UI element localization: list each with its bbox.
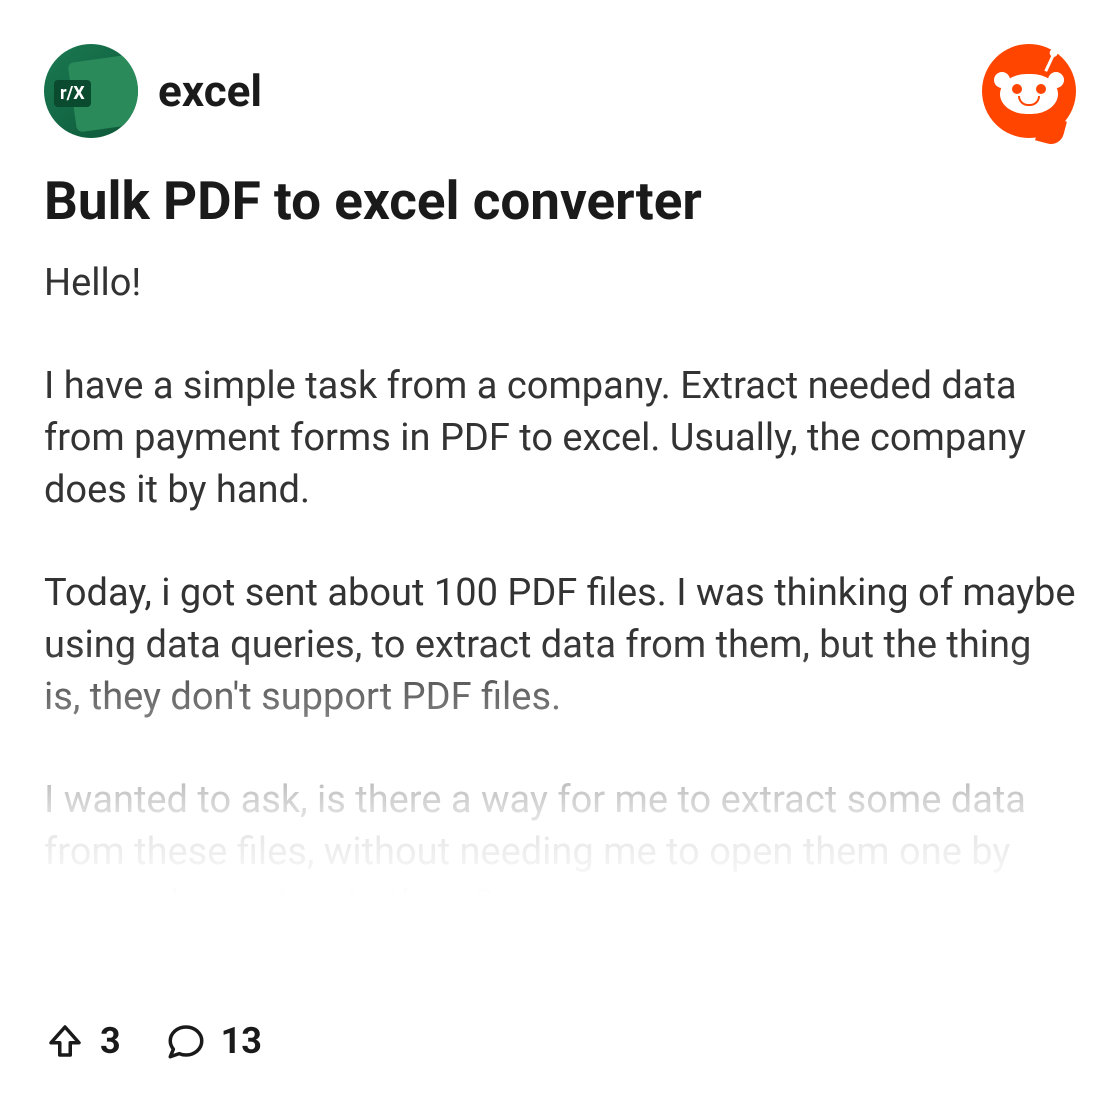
post-content: Bulk PDF to excel converter Hello! I hav… <box>44 170 1076 960</box>
reddit-logo-icon[interactable] <box>982 44 1076 138</box>
subreddit-badge: r/X <box>54 80 91 107</box>
upvote-icon <box>44 1020 86 1062</box>
post-title: Bulk PDF to excel converter <box>44 170 1076 234</box>
comment-count: 13 <box>221 1020 262 1062</box>
comment-icon <box>165 1020 207 1062</box>
post-footer: 3 13 <box>44 1020 262 1062</box>
subreddit-info[interactable]: r/X excel <box>44 44 262 138</box>
upvote-button[interactable]: 3 <box>44 1020 121 1062</box>
post-paragraph: Today, i got sent about 100 PDF files. I… <box>44 568 1076 723</box>
subreddit-name[interactable]: excel <box>158 65 262 117</box>
subreddit-avatar[interactable]: r/X <box>44 44 138 138</box>
post-paragraph: I have a simple task from a company. Ext… <box>44 361 1076 516</box>
upvote-count: 3 <box>100 1020 121 1062</box>
post-header: r/X excel <box>44 44 1076 138</box>
post-paragraph: I wanted to ask, is there a way for me t… <box>44 775 1076 930</box>
comments-button[interactable]: 13 <box>165 1020 262 1062</box>
post-paragraph: Hello! <box>44 258 1076 310</box>
post-body: Hello! I have a simple task from a compa… <box>44 258 1076 960</box>
